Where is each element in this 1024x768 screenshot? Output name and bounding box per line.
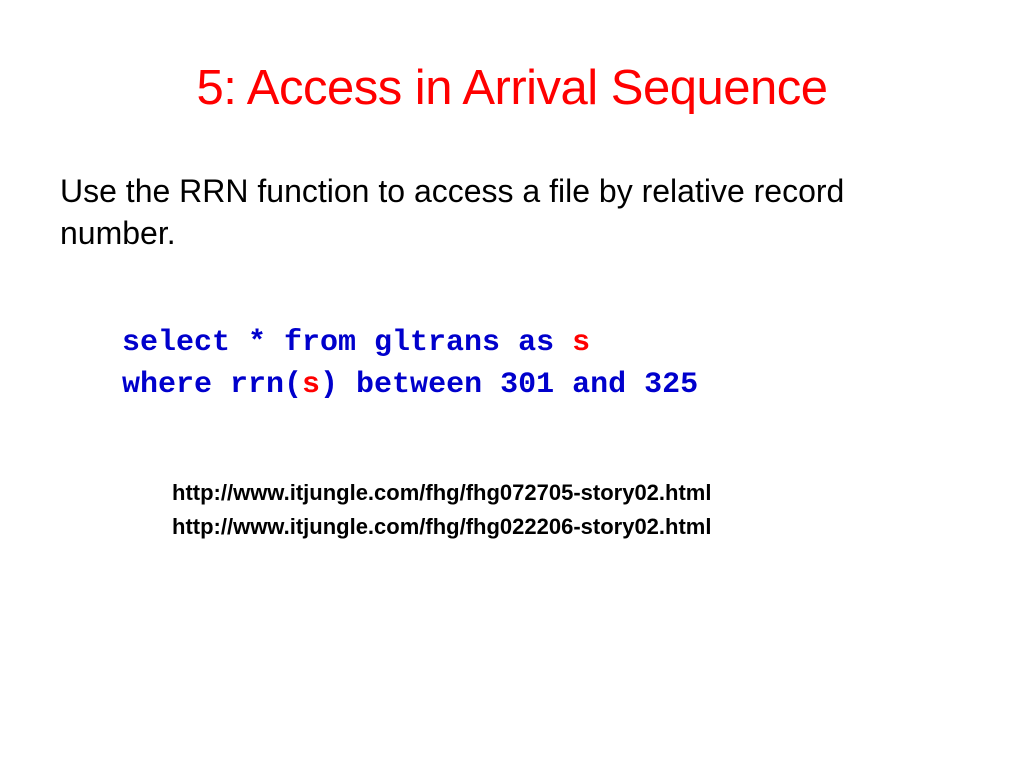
code-segment: select * from gltrans as — [122, 326, 572, 360]
body-paragraph: Use the RRN function to access a file by… — [60, 171, 964, 254]
slide-title: 5: Access in Arrival Sequence — [60, 60, 964, 116]
code-alias: s — [572, 326, 590, 360]
code-block: select * from gltrans as s where rrn(s) … — [60, 322, 964, 406]
reference-link: http://www.itjungle.com/fhg/fhg072705-st… — [172, 476, 964, 510]
code-line-1: select * from gltrans as s — [122, 322, 964, 364]
code-segment: ) between 301 and 325 — [320, 368, 698, 402]
code-line-2: where rrn(s) between 301 and 325 — [122, 364, 964, 406]
reference-links: http://www.itjungle.com/fhg/fhg072705-st… — [60, 476, 964, 544]
code-alias: s — [302, 368, 320, 402]
code-segment: where rrn( — [122, 368, 302, 402]
reference-link: http://www.itjungle.com/fhg/fhg022206-st… — [172, 510, 964, 544]
